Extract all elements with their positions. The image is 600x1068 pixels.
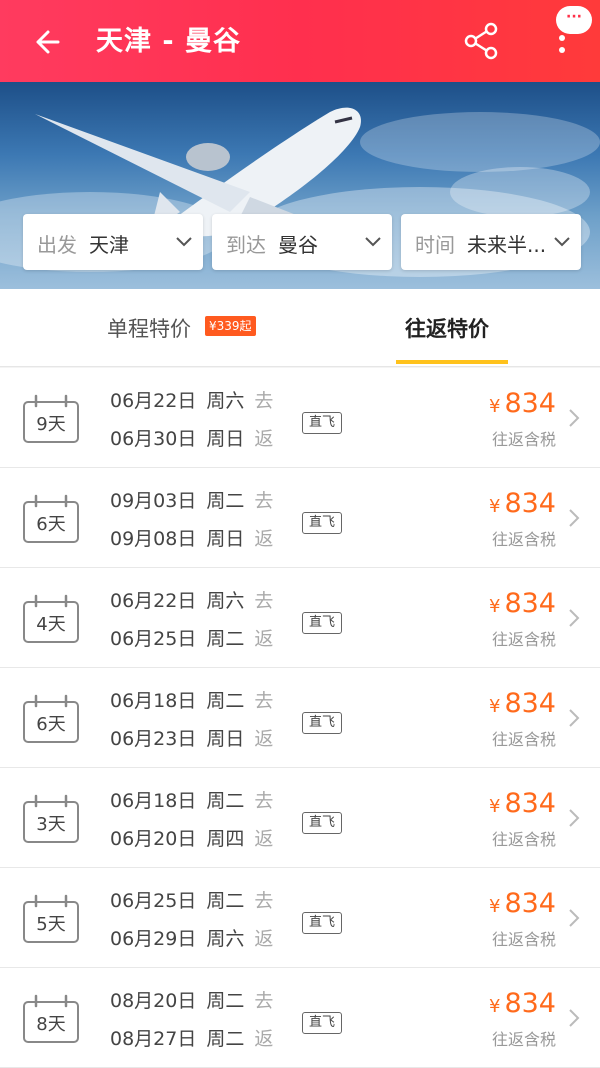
price: ¥834 xyxy=(489,988,556,1019)
chevron-right-icon xyxy=(569,1009,580,1027)
trip-days: 3天 xyxy=(36,814,66,835)
price: ¥834 xyxy=(489,788,556,819)
depart-date: 08月20日 周二去 xyxy=(110,990,274,1012)
chevron-right-icon xyxy=(569,409,580,427)
return-date: 09月08日 周日返 xyxy=(110,528,274,550)
filter-value: 天津 xyxy=(89,233,129,257)
filter-arrival[interactable]: 到达 曼谷 xyxy=(212,214,392,270)
direct-flight-tag: 直飞 xyxy=(302,612,343,634)
filter-label: 出发 xyxy=(37,233,77,257)
list-item[interactable]: 3天 06月18日 周二去 06月20日 周四返 直飞 ¥834 往返含税 xyxy=(0,768,600,868)
tab-round-trip[interactable]: 往返特价 xyxy=(405,313,489,343)
filter-value: 未来半... xyxy=(467,233,547,257)
trip-days: 9天 xyxy=(36,414,66,435)
tax-note: 往返含税 xyxy=(491,730,556,749)
price: ¥834 xyxy=(489,688,556,719)
depart-date: 09月03日 周二去 xyxy=(110,490,274,512)
chevron-right-icon xyxy=(569,709,580,727)
filter-time[interactable]: 时间 未来半... xyxy=(401,214,581,270)
tab-bar: 单程特价 ¥339起 往返特价 xyxy=(0,289,600,367)
trip-days: 6天 xyxy=(36,714,66,735)
tax-note: 往返含税 xyxy=(491,530,556,549)
depart-date: 06月22日 周六去 xyxy=(110,590,274,612)
list-item[interactable]: 9天 06月22日 周六去 06月30日 周日返 直飞 ¥834 往返含税 xyxy=(0,368,600,468)
tax-note: 往返含税 xyxy=(491,930,556,949)
list-item[interactable]: 8天 08月20日 周二去 08月27日 周二返 直飞 ¥834 往返含税 xyxy=(0,968,600,1068)
list-item[interactable]: 6天 09月03日 周二去 09月08日 周日返 直飞 ¥834 往返含税 xyxy=(0,468,600,568)
direct-flight-tag: 直飞 xyxy=(302,812,343,834)
depart-date: 06月18日 周二去 xyxy=(110,790,274,812)
price: ¥834 xyxy=(489,488,556,519)
return-date: 08月27日 周二返 xyxy=(110,1028,274,1050)
price-badge: ¥339起 xyxy=(205,316,256,336)
return-date: 06月20日 周四返 xyxy=(110,828,274,850)
tax-note: 往返含税 xyxy=(491,1030,556,1049)
direct-flight-tag: 直飞 xyxy=(302,912,343,934)
chevron-down-icon xyxy=(176,237,192,247)
filter-label: 时间 xyxy=(415,233,455,257)
tab-one-way[interactable]: 单程特价 xyxy=(107,313,191,343)
filter-departure[interactable]: 出发 天津 xyxy=(23,214,203,270)
direct-flight-tag: 直飞 xyxy=(302,412,343,434)
direct-flight-tag: 直飞 xyxy=(302,1012,343,1034)
chevron-right-icon xyxy=(569,909,580,927)
message-bubble[interactable]: ··· xyxy=(556,6,592,34)
active-tab-indicator xyxy=(396,360,508,364)
list-item[interactable]: 6天 06月18日 周二去 06月23日 周日返 直飞 ¥834 往返含税 xyxy=(0,668,600,768)
direct-flight-tag: 直飞 xyxy=(302,512,343,534)
tax-note: 往返含税 xyxy=(491,830,556,849)
chevron-right-icon xyxy=(569,609,580,627)
list-item[interactable]: 4天 06月22日 周六去 06月25日 周二返 直飞 ¥834 往返含税 xyxy=(0,568,600,668)
depart-date: 06月18日 周二去 xyxy=(110,690,274,712)
return-date: 06月29日 周六返 xyxy=(110,928,274,950)
price: ¥834 xyxy=(489,888,556,919)
filter-value: 曼谷 xyxy=(278,233,318,257)
filter-label: 到达 xyxy=(226,233,266,257)
top-bar: 天津 - 曼谷 ··· xyxy=(0,0,600,82)
chevron-right-icon xyxy=(569,809,580,827)
trip-days: 6天 xyxy=(36,514,66,535)
chevron-right-icon xyxy=(569,509,580,527)
direct-flight-tag: 直飞 xyxy=(302,712,343,734)
return-date: 06月30日 周日返 xyxy=(110,428,274,450)
price: ¥834 xyxy=(489,388,556,419)
trip-days: 5天 xyxy=(36,914,66,935)
trip-days: 4天 xyxy=(36,614,66,635)
share-icon[interactable] xyxy=(460,20,502,62)
price: ¥834 xyxy=(489,588,556,619)
trip-days: 8天 xyxy=(36,1014,66,1035)
page-title: 天津 - 曼谷 xyxy=(96,26,242,57)
list-item[interactable]: 5天 06月25日 周二去 06月29日 周六返 直飞 ¥834 往返含税 xyxy=(0,868,600,968)
tax-note: 往返含税 xyxy=(491,430,556,449)
depart-date: 06月22日 周六去 xyxy=(110,390,274,412)
tax-note: 往返含税 xyxy=(491,630,556,649)
return-date: 06月25日 周二返 xyxy=(110,628,274,650)
return-date: 06月23日 周日返 xyxy=(110,728,274,750)
arrow-left-icon[interactable] xyxy=(28,22,68,62)
chevron-down-icon xyxy=(554,237,570,247)
depart-date: 06月25日 周二去 xyxy=(110,890,274,912)
chevron-down-icon xyxy=(365,237,381,247)
deal-list: 9天 06月22日 周六去 06月30日 周日返 直飞 ¥834 往返含税 6天 0… xyxy=(0,368,600,1068)
